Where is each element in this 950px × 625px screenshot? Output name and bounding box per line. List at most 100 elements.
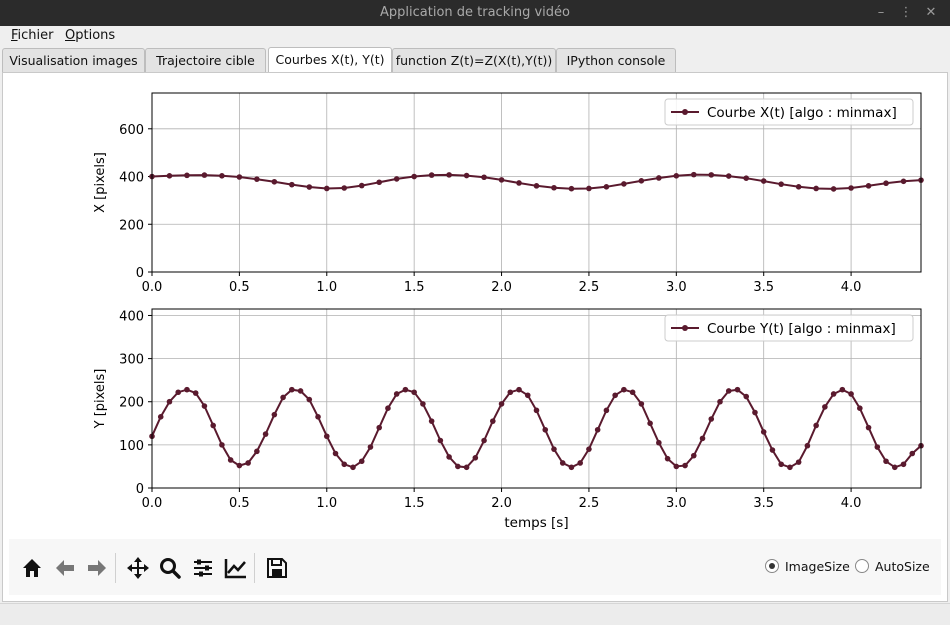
data-point [254,448,260,455]
x-tick-label: 2.0 [491,496,512,511]
data-point [822,404,828,410]
data-point [350,464,356,471]
zoom-icon[interactable] [158,556,182,580]
data-point [341,461,348,468]
status-bar [0,603,950,625]
data-point [708,172,715,178]
close-icon[interactable]: ✕ [922,4,940,22]
legend-label: Courbe X(t) [algo : minmax] [707,105,897,121]
x-tick-label: 3.0 [666,280,687,295]
toolbar-separator [254,553,255,583]
data-point [175,389,182,396]
data-point [446,172,452,178]
data-point [280,394,286,401]
minimize-icon[interactable]: – [872,4,890,22]
menu-fichier-label: ichier [17,28,54,43]
data-point [865,424,872,431]
plot-canvas[interactable]: 0.0 0.5 1.0 1.5 2.0 2.5 3.0 3.5 4.0 0 200 400 600 Cou… [3,73,947,538]
data-point [507,389,514,396]
data-point [621,386,627,393]
data-point [533,407,540,414]
data-point [542,426,549,433]
data-point [568,185,575,192]
data-point [725,173,732,179]
restore-icon[interactable]: ⋮ [897,4,915,22]
data-point [804,442,811,449]
forward-icon[interactable] [85,556,109,580]
y-tick-label: 400 [119,171,144,186]
menu-bar: Fichier Options [0,26,950,46]
x-tick-label: 2.5 [579,496,600,511]
data-point [306,184,313,190]
data-point [184,172,190,179]
tab-ipython-console[interactable]: IPython console [556,48,676,72]
data-point [594,426,601,433]
data-point [498,177,505,183]
data-point [603,407,610,414]
home-icon[interactable] [20,556,44,580]
window-title: Application de tracking vidéo [380,5,570,20]
curves-panel: 0.0 0.5 1.0 1.5 2.0 2.5 3.0 3.5 4.0 0 200 400 600 Cou… [2,72,948,602]
tab-trajectoire-cible[interactable]: Trajectoire cible [145,48,266,72]
x-tick-label: 4.0 [841,496,862,511]
menu-options-label: ptions [75,28,116,43]
data-point [245,460,251,466]
data-point [568,464,575,471]
y-tick-label: 100 [119,439,144,454]
data-point [787,464,793,471]
data-point [778,461,784,468]
x-tick-label: 1.0 [316,496,337,511]
menu-options[interactable]: Options [65,28,115,43]
data-point [219,442,225,448]
menu-fichier[interactable]: Fichier [11,28,54,43]
pan-icon[interactable] [126,556,150,580]
x-tick-label: 3.5 [753,496,774,511]
radio-image-size[interactable]: ImageSize [765,559,850,574]
data-point [656,175,662,181]
configure-subplots-icon[interactable] [191,556,215,580]
data-point [586,185,592,192]
radio-image-size-dot[interactable] [765,559,779,573]
data-point [708,416,715,422]
data-point [236,174,243,180]
y-axis-label: X [pixels] [93,152,108,213]
data-point [664,455,671,462]
data-point [795,183,802,190]
data-point [192,390,199,396]
data-point [332,450,339,457]
legend-marker [682,109,688,115]
data-point [883,180,889,187]
x-tick-label: 1.0 [316,280,337,295]
data-point [210,422,216,429]
data-point [874,444,881,450]
x-axis-label: temps [s] [504,515,568,531]
data-point [367,444,374,450]
data-point [262,431,269,437]
edit-axis-icon[interactable] [224,556,248,580]
data-point [638,401,645,407]
radio-image-size-label: ImageSize [785,559,850,574]
data-point [411,173,417,180]
data-point [376,424,383,431]
data-point [157,414,164,420]
x-tick-label: 2.5 [579,280,600,295]
data-point [297,388,304,394]
radio-auto-size-dot[interactable] [855,559,869,573]
data-point [236,462,243,469]
x-tick-label: 0.5 [229,280,250,295]
radio-auto-size[interactable]: AutoSize [855,559,930,574]
tab-courbes-xy[interactable]: Courbes X(t), Y(t) [268,47,392,73]
y-tick-label: 200 [119,396,144,411]
data-point [516,386,522,393]
x-tick-label: 0.5 [229,496,250,511]
data-point [315,414,321,420]
data-point [490,418,496,424]
save-icon[interactable] [265,556,289,580]
back-icon[interactable] [53,556,77,580]
data-point [769,447,776,453]
data-point [289,386,295,393]
data-point [690,171,697,178]
tab-visualisation-images[interactable]: Visualisation images [2,48,145,72]
data-point [673,463,680,470]
tab-function-z[interactable]: function Z(t)=Z(X(t),Y(t)) [392,48,556,72]
